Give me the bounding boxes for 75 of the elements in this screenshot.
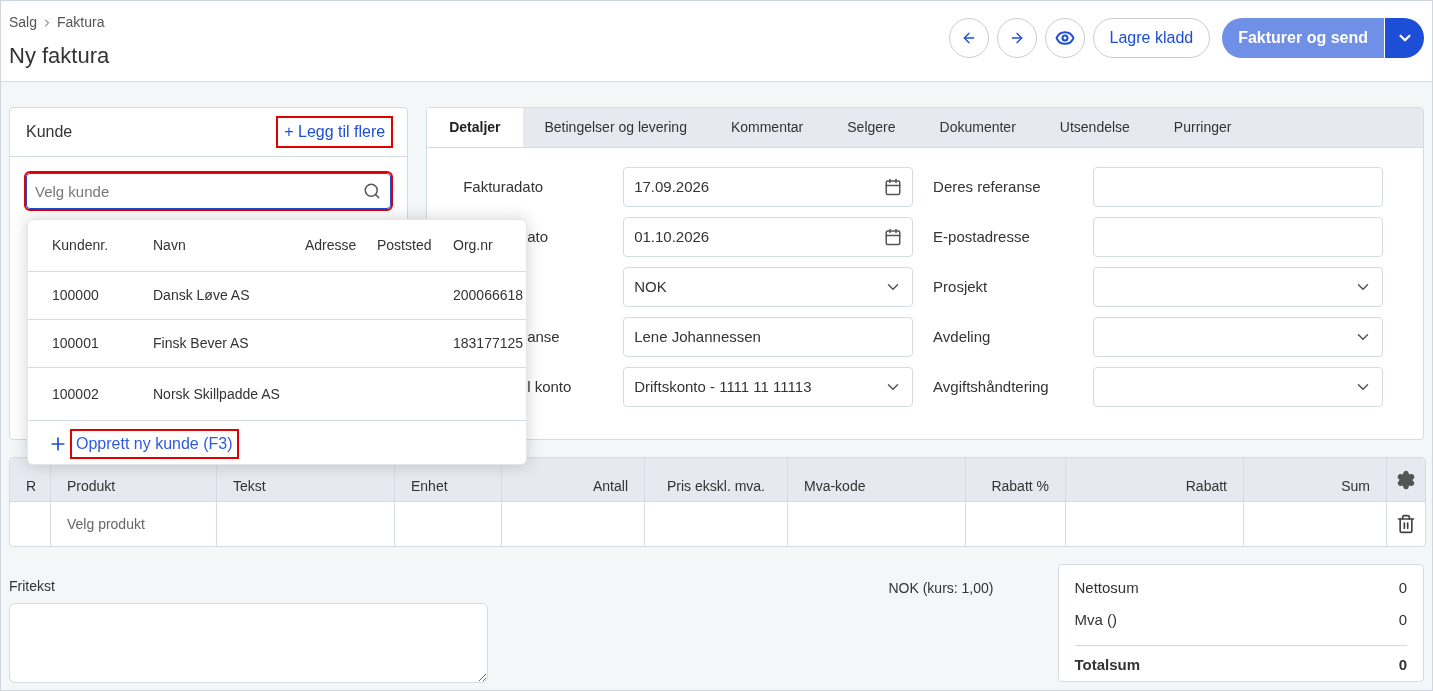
- table-cell: Dansk Løve AS: [153, 287, 250, 303]
- total-value: 0: [1398, 610, 1407, 630]
- total-label: Mva (): [1074, 610, 1117, 630]
- select-field[interactable]: [1093, 317, 1383, 357]
- column-header: Tekst: [233, 477, 266, 496]
- total-value: 0: [1398, 578, 1407, 598]
- total-label: Nettosum: [1074, 578, 1139, 598]
- column-header: Pris ekskl. mva.: [667, 477, 765, 496]
- field-label: Deres referanse: [933, 176, 1041, 197]
- field-label: Prosjekt: [933, 276, 988, 297]
- eye-icon: [1054, 28, 1075, 48]
- field-label: Avdeling: [933, 326, 991, 347]
- column-header: Navn: [153, 236, 187, 255]
- input-field[interactable]: Lene Johannessen: [623, 317, 914, 357]
- input-field[interactable]: [1093, 217, 1383, 257]
- calendar-icon[interactable]: [884, 228, 903, 246]
- column-header: Antall: [592, 477, 628, 496]
- table-cell: 183177125: [453, 335, 524, 351]
- tab[interactable]: Purringer: [1151, 108, 1254, 147]
- delete-icon[interactable]: [1396, 514, 1416, 534]
- column-header: Rabatt: [1185, 477, 1227, 496]
- table-cell: Norsk Skillpadde AS: [153, 385, 280, 402]
- column-header: Rabatt %: [991, 477, 1049, 496]
- customer-row[interactable]: 100000 Dansk Løve AS 200066618: [28, 272, 526, 320]
- page-title: Ny faktura: [9, 42, 110, 70]
- breadcrumb-link[interactable]: Salg: [9, 12, 38, 33]
- tab[interactable]: Utsendelse: [1037, 108, 1152, 147]
- input-field[interactable]: [1093, 167, 1383, 207]
- table-cell: 100001: [52, 335, 99, 351]
- product-select[interactable]: Velg produkt: [67, 513, 145, 535]
- add-more-link[interactable]: + Legg til flere: [278, 118, 392, 146]
- field-label: Avgiftshåndtering: [933, 376, 1049, 397]
- settings-icon[interactable]: [1396, 469, 1416, 490]
- tab[interactable]: Selgere: [825, 108, 918, 147]
- select-field[interactable]: [1093, 267, 1383, 307]
- calendar-icon[interactable]: [884, 178, 903, 196]
- field-label: Fakturadato: [463, 176, 544, 197]
- column-header: R: [26, 477, 37, 496]
- field-label: l konto: [527, 376, 572, 397]
- table-cell: 100002: [52, 385, 99, 402]
- dropdown-button[interactable]: [1384, 18, 1424, 58]
- select-field[interactable]: Driftskonto - 1111 11 11113: [623, 367, 914, 407]
- column-header: Produkt: [67, 477, 116, 496]
- currency-note: NOK (kurs: 1,00): [888, 579, 994, 598]
- tab[interactable]: Detaljer: [427, 108, 523, 147]
- column-header: Org.nr: [453, 236, 494, 255]
- select-field[interactable]: [1093, 367, 1383, 407]
- column-header: Enhet: [411, 477, 448, 496]
- column-header: Sum: [1341, 477, 1370, 496]
- column-header: Mva-kode: [804, 477, 866, 496]
- tab[interactable]: Kommentar: [708, 108, 826, 147]
- field-label: ato: [527, 226, 548, 247]
- table-cell: 200066618: [453, 287, 524, 303]
- tab[interactable]: Betingelser og levering: [522, 108, 709, 147]
- column-header: Adresse: [305, 236, 358, 255]
- tab[interactable]: Dokumenter: [917, 108, 1038, 147]
- total-label: Totalsum: [1074, 655, 1141, 675]
- search-field[interactable]: Velg kunde: [26, 173, 392, 209]
- input-field[interactable]: 01.10.2026: [623, 217, 914, 257]
- card-title: Kunde: [26, 122, 73, 142]
- breadcrumb-link[interactable]: Faktura: [57, 12, 105, 33]
- field-label: Fritekst: [9, 577, 56, 596]
- table-cell: Finsk Bever AS: [153, 335, 249, 351]
- search-icon[interactable]: [363, 182, 382, 200]
- customer-row[interactable]: 100002 Norsk Skillpadde AS: [28, 368, 526, 420]
- field-label: anse: [527, 326, 560, 347]
- column-header: Kundenr.: [52, 236, 110, 255]
- customer-row[interactable]: 100001 Finsk Bever AS 183177125: [28, 320, 526, 368]
- table-cell: 100000: [52, 287, 99, 303]
- total-value: 0: [1398, 655, 1407, 675]
- column-header: Poststed: [377, 236, 433, 255]
- select-field[interactable]: NOK: [623, 267, 914, 307]
- field-label: E-postadresse: [933, 226, 1030, 247]
- create-customer-link[interactable]: Opprett ny kunde (F3): [72, 430, 237, 457]
- input-field[interactable]: 17.09.2026: [623, 167, 914, 207]
